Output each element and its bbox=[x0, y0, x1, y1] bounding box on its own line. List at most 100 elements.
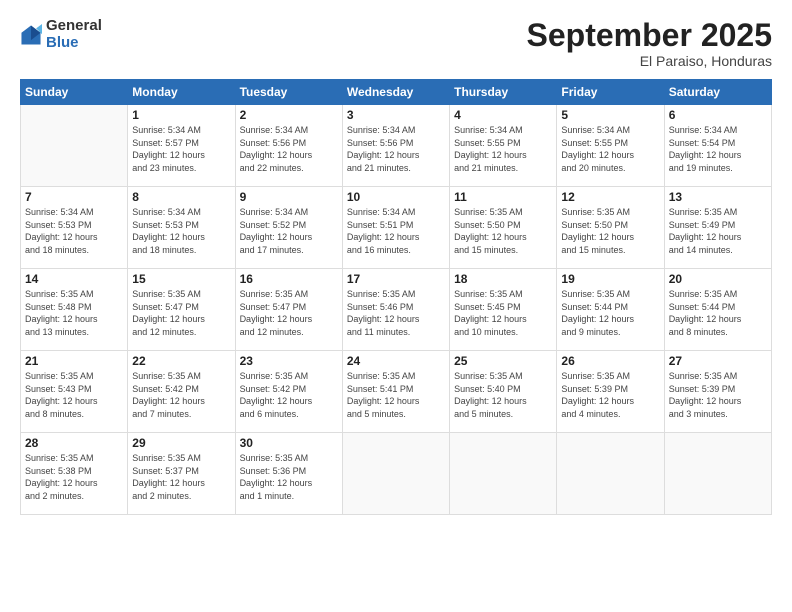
week-row: 14 Sunrise: 5:35 AM Sunset: 5:48 PM Dayli… bbox=[21, 269, 772, 351]
day-number: 11 bbox=[454, 190, 552, 204]
table-row bbox=[21, 105, 128, 187]
day-info: Sunrise: 5:35 AM Sunset: 5:50 PM Dayligh… bbox=[454, 206, 552, 256]
day-number: 17 bbox=[347, 272, 445, 286]
table-row: 9 Sunrise: 5:34 AM Sunset: 5:52 PM Daylig… bbox=[235, 187, 342, 269]
day-info: Sunrise: 5:34 AM Sunset: 5:55 PM Dayligh… bbox=[454, 124, 552, 174]
logo-text: General Blue bbox=[46, 18, 102, 51]
table-row: 25 Sunrise: 5:35 AM Sunset: 5:40 PM Dayli… bbox=[450, 351, 557, 433]
day-number: 5 bbox=[561, 108, 659, 122]
day-number: 25 bbox=[454, 354, 552, 368]
table-row: 27 Sunrise: 5:35 AM Sunset: 5:39 PM Dayli… bbox=[664, 351, 771, 433]
day-info: Sunrise: 5:34 AM Sunset: 5:55 PM Dayligh… bbox=[561, 124, 659, 174]
day-info: Sunrise: 5:35 AM Sunset: 5:44 PM Dayligh… bbox=[669, 288, 767, 338]
table-row bbox=[664, 433, 771, 515]
day-info: Sunrise: 5:35 AM Sunset: 5:44 PM Dayligh… bbox=[561, 288, 659, 338]
day-number: 30 bbox=[240, 436, 338, 450]
day-info: Sunrise: 5:35 AM Sunset: 5:40 PM Dayligh… bbox=[454, 370, 552, 420]
day-info: Sunrise: 5:35 AM Sunset: 5:38 PM Dayligh… bbox=[25, 452, 123, 502]
day-info: Sunrise: 5:35 AM Sunset: 5:50 PM Dayligh… bbox=[561, 206, 659, 256]
day-number: 20 bbox=[669, 272, 767, 286]
day-info: Sunrise: 5:35 AM Sunset: 5:42 PM Dayligh… bbox=[240, 370, 338, 420]
day-number: 14 bbox=[25, 272, 123, 286]
day-number: 21 bbox=[25, 354, 123, 368]
day-info: Sunrise: 5:35 AM Sunset: 5:41 PM Dayligh… bbox=[347, 370, 445, 420]
day-number: 3 bbox=[347, 108, 445, 122]
day-info: Sunrise: 5:35 AM Sunset: 5:36 PM Dayligh… bbox=[240, 452, 338, 502]
table-row: 19Sunrise: 5:35 AM Sunset: 5:44 PM Dayli… bbox=[557, 269, 664, 351]
header-thursday: Thursday bbox=[450, 80, 557, 105]
day-number: 9 bbox=[240, 190, 338, 204]
header-monday: Monday bbox=[128, 80, 235, 105]
day-info: Sunrise: 5:35 AM Sunset: 5:49 PM Dayligh… bbox=[669, 206, 767, 256]
day-info: Sunrise: 5:35 AM Sunset: 5:47 PM Dayligh… bbox=[132, 288, 230, 338]
day-info: Sunrise: 5:34 AM Sunset: 5:57 PM Dayligh… bbox=[132, 124, 230, 174]
table-row: 15 Sunrise: 5:35 AM Sunset: 5:47 PM Dayli… bbox=[128, 269, 235, 351]
day-number: 12 bbox=[561, 190, 659, 204]
logo-icon bbox=[20, 24, 42, 46]
day-info: Sunrise: 5:35 AM Sunset: 5:47 PM Dayligh… bbox=[240, 288, 338, 338]
header: General Blue September 2025 El Paraiso, … bbox=[20, 18, 772, 69]
calendar-table: Sunday Monday Tuesday Wednesday Thursday… bbox=[20, 79, 772, 515]
day-info: Sunrise: 5:34 AM Sunset: 5:54 PM Dayligh… bbox=[669, 124, 767, 174]
title-block: September 2025 El Paraiso, Honduras bbox=[527, 18, 772, 69]
table-row bbox=[342, 433, 449, 515]
day-number: 23 bbox=[240, 354, 338, 368]
day-info: Sunrise: 5:34 AM Sunset: 5:51 PM Dayligh… bbox=[347, 206, 445, 256]
table-row: 22Sunrise: 5:35 AM Sunset: 5:42 PM Dayli… bbox=[128, 351, 235, 433]
table-row: 5 Sunrise: 5:34 AM Sunset: 5:55 PM Daylig… bbox=[557, 105, 664, 187]
day-number: 7 bbox=[25, 190, 123, 204]
logo-general-text: General bbox=[46, 18, 102, 35]
week-row: 21 Sunrise: 5:35 AM Sunset: 5:43 PM Dayli… bbox=[21, 351, 772, 433]
day-info: Sunrise: 5:35 AM Sunset: 5:46 PM Dayligh… bbox=[347, 288, 445, 338]
weekday-header-row: Sunday Monday Tuesday Wednesday Thursday… bbox=[21, 80, 772, 105]
table-row: 28Sunrise: 5:35 AM Sunset: 5:38 PM Dayli… bbox=[21, 433, 128, 515]
table-row: 6 Sunrise: 5:34 AM Sunset: 5:54 PM Daylig… bbox=[664, 105, 771, 187]
day-info: Sunrise: 5:35 AM Sunset: 5:48 PM Dayligh… bbox=[25, 288, 123, 338]
table-row: 23 Sunrise: 5:35 AM Sunset: 5:42 PM Dayli… bbox=[235, 351, 342, 433]
day-info: Sunrise: 5:34 AM Sunset: 5:53 PM Dayligh… bbox=[132, 206, 230, 256]
day-number: 26 bbox=[561, 354, 659, 368]
table-row: 29Sunrise: 5:35 AM Sunset: 5:37 PM Dayli… bbox=[128, 433, 235, 515]
day-info: Sunrise: 5:35 AM Sunset: 5:42 PM Dayligh… bbox=[132, 370, 230, 420]
header-sunday: Sunday bbox=[21, 80, 128, 105]
table-row: 4 Sunrise: 5:34 AM Sunset: 5:55 PM Daylig… bbox=[450, 105, 557, 187]
day-number: 27 bbox=[669, 354, 767, 368]
day-number: 8 bbox=[132, 190, 230, 204]
table-row: 11 Sunrise: 5:35 AM Sunset: 5:50 PM Dayli… bbox=[450, 187, 557, 269]
day-number: 16 bbox=[240, 272, 338, 286]
header-wednesday: Wednesday bbox=[342, 80, 449, 105]
table-row: 1 Sunrise: 5:34 AM Sunset: 5:57 PM Daylig… bbox=[128, 105, 235, 187]
header-tuesday: Tuesday bbox=[235, 80, 342, 105]
day-info: Sunrise: 5:35 AM Sunset: 5:45 PM Dayligh… bbox=[454, 288, 552, 338]
header-friday: Friday bbox=[557, 80, 664, 105]
day-info: Sunrise: 5:35 AM Sunset: 5:39 PM Dayligh… bbox=[561, 370, 659, 420]
day-number: 24 bbox=[347, 354, 445, 368]
table-row bbox=[557, 433, 664, 515]
header-saturday: Saturday bbox=[664, 80, 771, 105]
day-number: 6 bbox=[669, 108, 767, 122]
table-row: 8 Sunrise: 5:34 AM Sunset: 5:53 PM Daylig… bbox=[128, 187, 235, 269]
day-info: Sunrise: 5:34 AM Sunset: 5:56 PM Dayligh… bbox=[240, 124, 338, 174]
day-number: 18 bbox=[454, 272, 552, 286]
day-number: 4 bbox=[454, 108, 552, 122]
logo: General Blue bbox=[20, 18, 102, 51]
logo-blue-text: Blue bbox=[46, 35, 102, 52]
day-number: 1 bbox=[132, 108, 230, 122]
table-row: 16 Sunrise: 5:35 AM Sunset: 5:47 PM Dayli… bbox=[235, 269, 342, 351]
month-title: September 2025 bbox=[527, 18, 772, 53]
table-row: 14 Sunrise: 5:35 AM Sunset: 5:48 PM Dayli… bbox=[21, 269, 128, 351]
table-row: 7Sunrise: 5:34 AM Sunset: 5:53 PM Daylig… bbox=[21, 187, 128, 269]
day-info: Sunrise: 5:35 AM Sunset: 5:43 PM Dayligh… bbox=[25, 370, 123, 420]
table-row: 20 Sunrise: 5:35 AM Sunset: 5:44 PM Dayli… bbox=[664, 269, 771, 351]
table-row: 21 Sunrise: 5:35 AM Sunset: 5:43 PM Dayli… bbox=[21, 351, 128, 433]
table-row: 24 Sunrise: 5:35 AM Sunset: 5:41 PM Dayli… bbox=[342, 351, 449, 433]
page: General Blue September 2025 El Paraiso, … bbox=[0, 0, 792, 612]
table-row: 18 Sunrise: 5:35 AM Sunset: 5:45 PM Dayli… bbox=[450, 269, 557, 351]
table-row: 17 Sunrise: 5:35 AM Sunset: 5:46 PM Dayli… bbox=[342, 269, 449, 351]
table-row: 10Sunrise: 5:34 AM Sunset: 5:51 PM Dayli… bbox=[342, 187, 449, 269]
day-info: Sunrise: 5:34 AM Sunset: 5:52 PM Dayligh… bbox=[240, 206, 338, 256]
day-info: Sunrise: 5:35 AM Sunset: 5:39 PM Dayligh… bbox=[669, 370, 767, 420]
table-row: 26 Sunrise: 5:35 AM Sunset: 5:39 PM Dayli… bbox=[557, 351, 664, 433]
day-number: 15 bbox=[132, 272, 230, 286]
table-row: 30 Sunrise: 5:35 AM Sunset: 5:36 PM Dayli… bbox=[235, 433, 342, 515]
